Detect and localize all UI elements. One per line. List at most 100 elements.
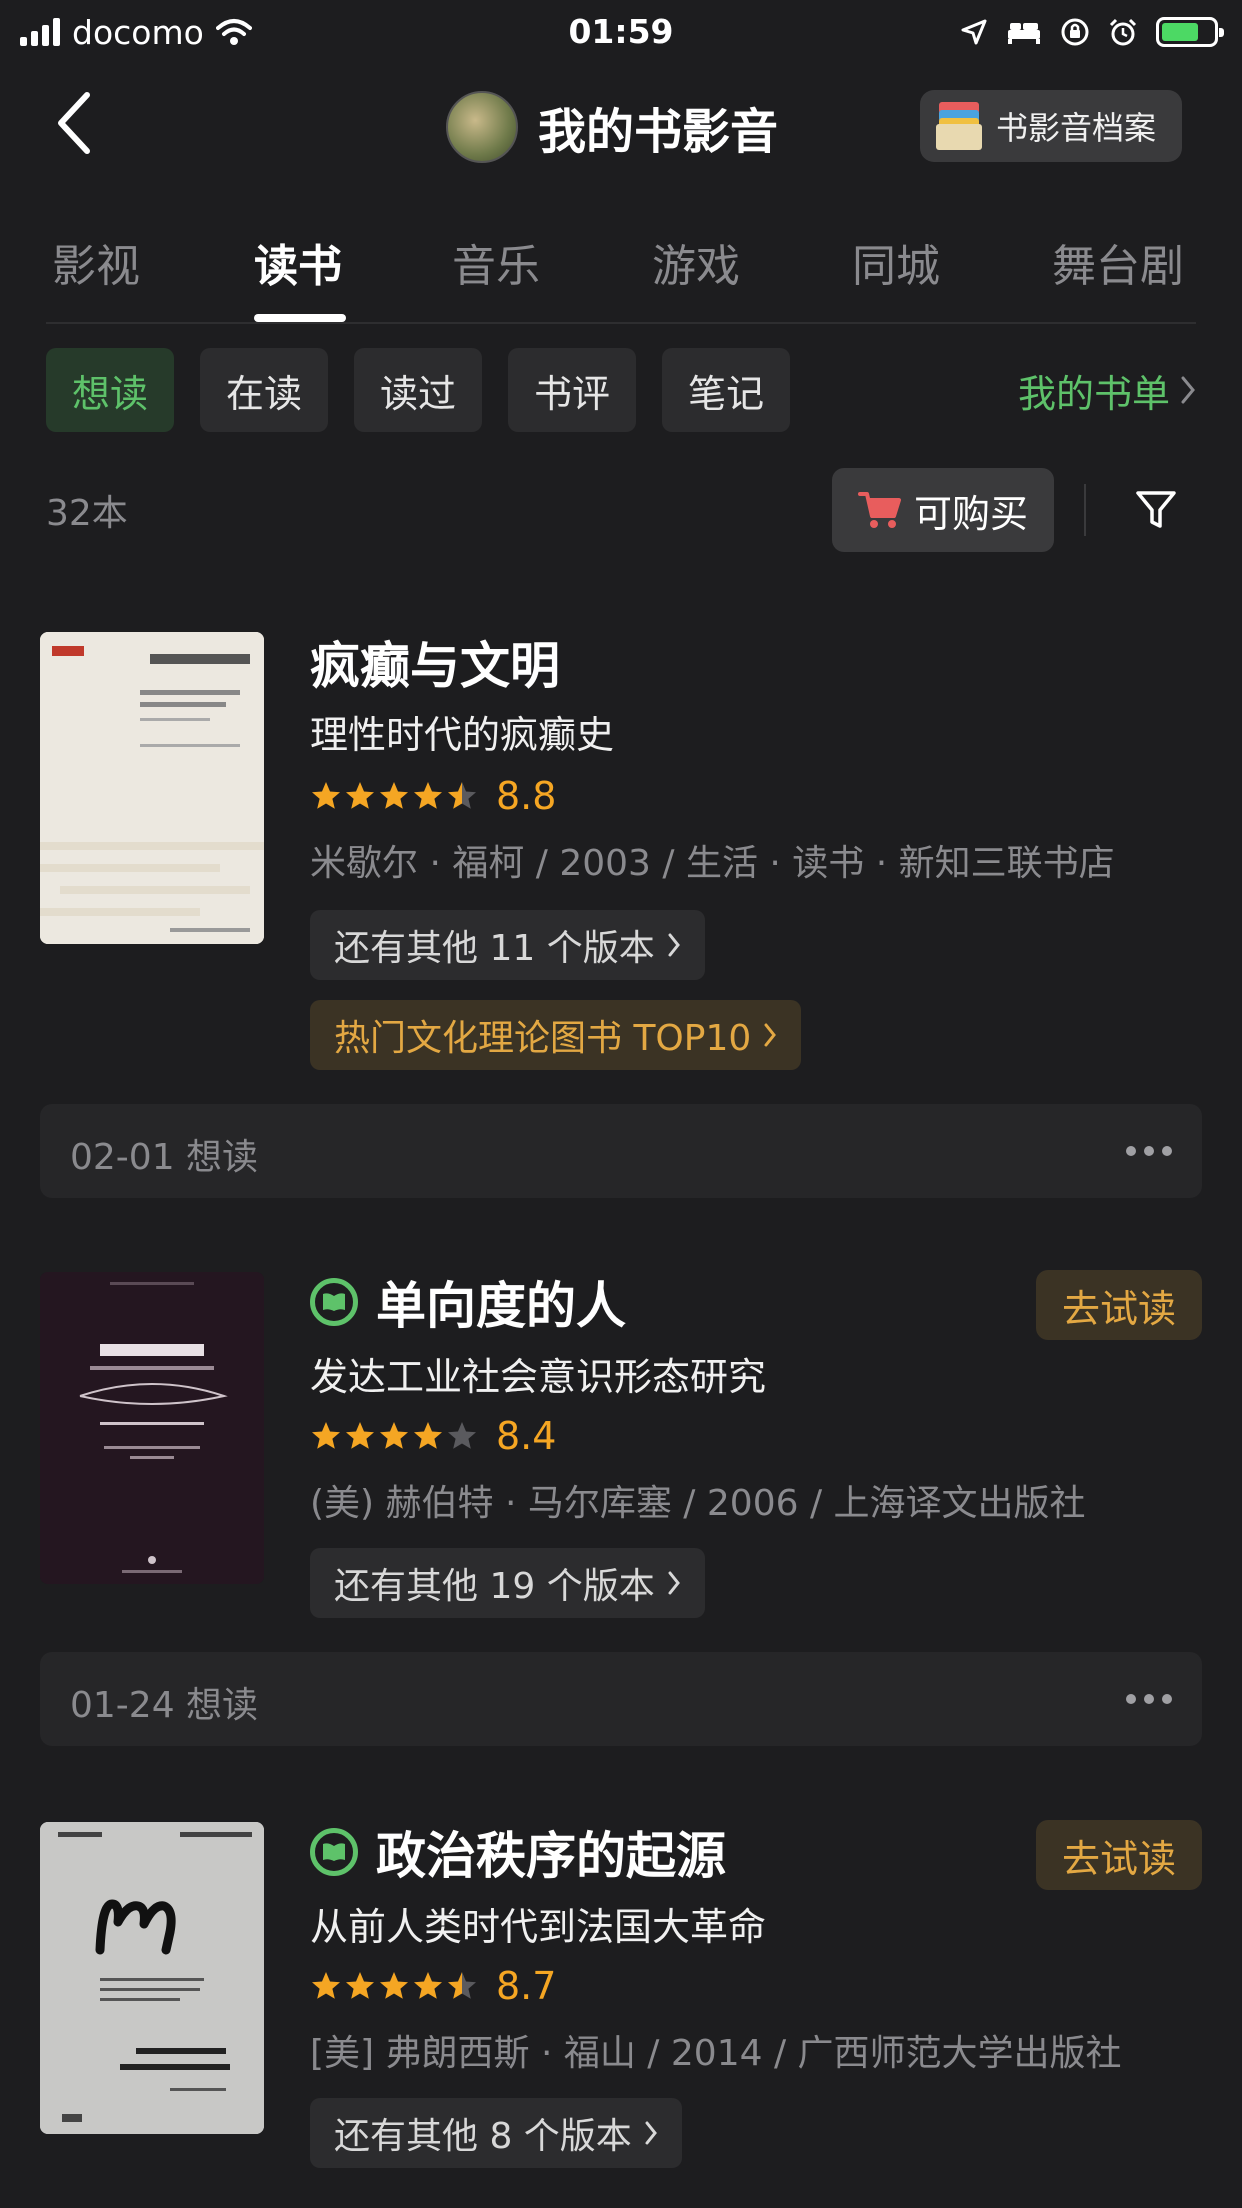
star-icon xyxy=(448,1972,476,1999)
archive-button[interactable]: 书影音档案 xyxy=(920,90,1182,162)
archive-icon xyxy=(936,102,982,150)
more-options-button[interactable] xyxy=(1126,1134,1172,1168)
rating-row: 8.4 xyxy=(310,1412,556,1460)
other-versions-label: 还有其他 19 个版本 xyxy=(334,1566,655,1607)
chip-notes[interactable]: 笔记 xyxy=(662,348,791,432)
other-versions-label: 还有其他 8 个版本 xyxy=(334,2116,632,2157)
page-title: 我的书影音 xyxy=(446,90,778,164)
rating-row: 8.8 xyxy=(310,772,556,820)
rotation-lock-icon xyxy=(1061,18,1089,46)
other-versions-button[interactable]: 还有其他 11 个版本 xyxy=(310,910,705,980)
more-options-button[interactable] xyxy=(1126,1682,1172,1716)
chip-reviews[interactable]: 书评 xyxy=(508,348,637,432)
star-icon xyxy=(414,1422,442,1449)
other-versions-button[interactable]: 还有其他 8 个版本 xyxy=(310,2098,682,2168)
nav-bar: 我的书影音 书影音档案 xyxy=(0,64,1242,184)
archive-label: 书影音档案 xyxy=(996,109,1157,147)
chevron-right-icon xyxy=(1181,376,1195,404)
book-meta: [美] 弗朗西斯 · 福山 / 2014 / 广西师范大学出版社 xyxy=(310,2033,1122,2074)
chevron-right-icon xyxy=(668,933,680,957)
tab-local[interactable]: 同城 xyxy=(852,230,940,294)
status-right xyxy=(960,12,1224,52)
book-title-row: 单向度的人 xyxy=(310,1270,626,1335)
star-icon xyxy=(312,1972,340,1999)
book-cover[interactable] xyxy=(40,1822,264,2134)
divider xyxy=(46,322,1196,324)
my-booklist-label: 我的书单 xyxy=(1017,371,1170,416)
divider xyxy=(1084,484,1086,536)
book-card[interactable]: 疯癫与文明 理性时代的疯癫史 8.8 米歇尔 · 福柯 / 2003 / 生活 … xyxy=(0,630,1242,1200)
tab-books[interactable]: 读书 xyxy=(254,230,342,294)
star-icon xyxy=(346,782,374,809)
book-card[interactable]: 政治秩序的起源 去试读 从前人类时代到法国大革命 8.7 [美] 弗朗西斯 · … xyxy=(0,1820,1242,2208)
cover-art xyxy=(40,1272,264,1584)
book-cover[interactable] xyxy=(40,632,264,944)
back-button[interactable] xyxy=(40,88,110,158)
book-title[interactable]: 疯癫与文明 xyxy=(310,626,560,698)
chip-read[interactable]: 读过 xyxy=(354,348,483,432)
book-title-row: 疯癫与文明 xyxy=(310,630,560,695)
tab-games[interactable]: 游戏 xyxy=(652,230,740,294)
purchasable-label: 可购买 xyxy=(913,491,1028,536)
battery-icon xyxy=(1156,17,1224,47)
star-icon xyxy=(380,782,408,809)
trial-read-button[interactable]: 去试读 xyxy=(1036,1820,1202,1890)
rating-score: 8.8 xyxy=(496,774,557,818)
mark-bar: 02-01 想读 xyxy=(40,1104,1202,1198)
ebook-icon xyxy=(310,1828,358,1876)
ranking-button[interactable]: 热门文化理论图书 TOP10 xyxy=(310,1000,802,1070)
cover-art xyxy=(40,632,264,944)
star-icon xyxy=(380,1422,408,1449)
page-title-text: 我的书影音 xyxy=(538,104,779,160)
star-icon xyxy=(414,1972,442,1999)
trial-read-button[interactable]: 去试读 xyxy=(1036,1270,1202,1340)
star-icon xyxy=(380,1972,408,1999)
rating-score: 8.4 xyxy=(496,1414,557,1458)
book-meta: 米歇尔 · 福柯 / 2003 / 生活 · 读书 · 新知三联书店 xyxy=(310,843,1115,884)
book-title-row: 政治秩序的起源 xyxy=(310,1820,726,1885)
tab-music[interactable]: 音乐 xyxy=(452,230,540,294)
chevron-right-icon xyxy=(764,1023,777,1047)
book-subtitle: 发达工业社会意识形态研究 xyxy=(310,1355,767,1399)
rating-row: 8.7 xyxy=(310,1962,556,2010)
book-title[interactable]: 单向度的人 xyxy=(376,1266,626,1338)
rating-score: 8.7 xyxy=(496,1964,557,2008)
star-icon xyxy=(448,1422,476,1449)
book-subtitle: 理性时代的疯癫史 xyxy=(310,713,615,757)
book-count: 32本 xyxy=(46,493,128,534)
other-versions-label: 还有其他 11 个版本 xyxy=(334,928,655,969)
star-icon xyxy=(346,1972,374,1999)
chip-reading[interactable]: 在读 xyxy=(200,348,329,432)
tab-theater[interactable]: 舞台剧 xyxy=(1052,230,1184,294)
location-icon xyxy=(961,19,987,45)
my-booklist-link[interactable]: 我的书单 xyxy=(1018,362,1196,418)
ebook-icon xyxy=(310,1278,358,1326)
book-cover[interactable] xyxy=(40,1272,264,1584)
other-versions-button[interactable]: 还有其他 19 个版本 xyxy=(310,1548,705,1618)
book-title[interactable]: 政治秩序的起源 xyxy=(376,1816,726,1888)
star-icon xyxy=(312,1422,340,1449)
avatar[interactable] xyxy=(446,91,518,163)
rating-stars xyxy=(310,1970,478,2002)
tab-movies[interactable]: 影视 xyxy=(52,230,140,294)
chevron-right-icon xyxy=(645,2121,657,2145)
cover-art xyxy=(40,1822,264,2134)
star-icon xyxy=(312,782,340,809)
category-tabs: 影视 读书 音乐 游戏 同城 舞台剧 xyxy=(0,222,1242,322)
purchasable-button[interactable]: 可购买 xyxy=(832,468,1054,552)
active-tab-indicator xyxy=(254,314,346,322)
status-filter-chips: 想读 在读 读过 书评 笔记 xyxy=(46,348,791,432)
alarm-icon xyxy=(1109,18,1137,46)
book-card[interactable]: 单向度的人 去试读 发达工业社会意识形态研究 8.4 (美) 赫伯特 · 马尔库… xyxy=(0,1270,1242,1750)
star-icon xyxy=(346,1422,374,1449)
book-subtitle: 从前人类时代到法国大革命 xyxy=(310,1905,767,1949)
mark-bar: 01-24 想读 xyxy=(40,1652,1202,1746)
bed-icon xyxy=(1008,23,1040,44)
filter-button[interactable] xyxy=(1128,482,1184,538)
rating-stars xyxy=(310,1420,478,1452)
screen: docomo 01:59 我的书影音 书影音档案 影视 读书 音乐 游戏 同城 … xyxy=(0,0,1242,2208)
ranking-label: 热门文化理论图书 TOP10 xyxy=(334,1018,752,1059)
star-icon xyxy=(414,782,442,809)
chip-want-to-read[interactable]: 想读 xyxy=(46,348,175,432)
rating-stars xyxy=(310,780,478,812)
